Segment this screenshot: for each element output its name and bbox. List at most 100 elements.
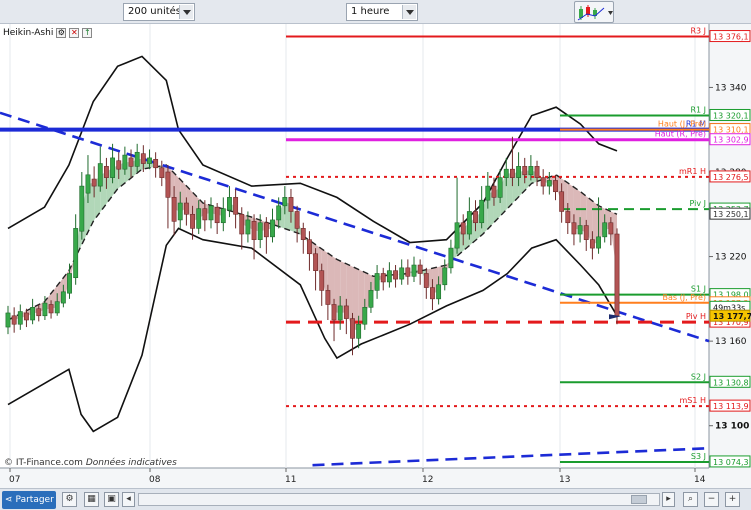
candle-body <box>263 222 269 238</box>
candle-body <box>497 177 503 198</box>
y-tick-label: 13 100 <box>715 422 749 432</box>
price-chart[interactable]: 07081112131413 10013 16013 22013 28013 3… <box>0 24 751 488</box>
candle-body <box>350 318 355 339</box>
candle-body <box>300 228 306 240</box>
level-price-tag: 13 113,9 <box>709 399 751 412</box>
candle-body <box>522 166 528 176</box>
candle-body <box>577 225 583 235</box>
top-toolbar: 200 unités 1 heure <box>0 0 751 24</box>
level-price-tag: 13 302,9 <box>709 133 751 146</box>
candle-body <box>122 154 128 170</box>
candle-body <box>36 308 42 317</box>
candle-body <box>583 225 589 240</box>
candle-body <box>97 163 103 187</box>
candle-body <box>239 213 245 235</box>
chart-type-button[interactable] <box>574 1 614 23</box>
level-price-tag: 13 310,1 <box>709 123 751 136</box>
candle-body <box>5 312 11 328</box>
scroll-left-icon[interactable]: ◂ <box>122 492 135 507</box>
candle-body <box>362 307 368 325</box>
units-select[interactable]: 200 unités <box>123 3 195 21</box>
scroll-right-icon[interactable]: ▸ <box>662 492 675 507</box>
candle-body <box>509 168 515 178</box>
level-price-tag: 13 276,5 <box>709 170 751 183</box>
candle-body <box>411 264 417 277</box>
candle-body <box>331 304 337 321</box>
plot-background <box>0 24 709 468</box>
up-arrow-icon[interactable]: ↑ <box>82 27 93 38</box>
units-select-value: 200 unités <box>128 6 182 17</box>
candle-body <box>565 211 571 224</box>
candle-body <box>553 180 558 193</box>
indicator-header: Heikin-Ashi ⚙ ✕ ↑ <box>3 26 93 39</box>
level-name-label: Bas (J, Pré) <box>662 292 706 302</box>
save-icon[interactable]: ▣ <box>104 492 119 507</box>
candle-body <box>282 197 288 207</box>
chevron-down-icon <box>402 5 416 19</box>
candle-body <box>473 211 478 224</box>
level-name-label: Haut (R, Pré) <box>655 129 706 139</box>
level-name-label: Piv H <box>686 312 706 321</box>
candle-body <box>466 211 472 235</box>
scroll-thumb[interactable] <box>631 495 647 504</box>
time-scrollbar[interactable] <box>138 493 660 506</box>
watermark: © IT-Finance.com Données indicatives <box>4 458 177 468</box>
candle-body <box>60 291 66 304</box>
settings-icon[interactable]: ⚙ <box>56 27 67 38</box>
candle-body <box>208 205 214 221</box>
candle-body <box>54 301 60 314</box>
candle-body <box>73 228 79 279</box>
candle-body <box>183 202 189 215</box>
candle-body <box>79 185 85 232</box>
level-name-label: mS1 H <box>679 396 706 405</box>
candle-body <box>140 153 146 164</box>
candle-body <box>171 197 177 222</box>
candle-body <box>528 166 534 176</box>
share-icon: ⋖ <box>5 495 13 505</box>
candle-body <box>294 211 300 229</box>
candle-body <box>417 264 423 274</box>
candle-body <box>190 213 195 229</box>
level-name-label: R1 J <box>690 105 706 114</box>
y-tick-label: 13 220 <box>715 253 747 263</box>
watermark-brand: © IT-Finance.com <box>4 458 83 468</box>
candlestick-icon <box>577 5 613 21</box>
zoom-out-icon[interactable]: − <box>704 492 719 507</box>
candle-body <box>30 307 36 321</box>
candle-body <box>147 157 152 164</box>
y-tick-label: 13 340 <box>715 83 747 93</box>
zoom-fit-icon[interactable]: ⌕ <box>683 492 698 507</box>
candle-body <box>454 222 460 249</box>
level-price-tag-text: 13 376,1 <box>713 33 749 42</box>
candle-body <box>128 157 134 167</box>
candle-body <box>614 233 620 317</box>
level-name-label: mR1 H <box>679 167 706 176</box>
chevron-down-icon <box>179 5 193 19</box>
level-price-tag-text: 13 302,9 <box>713 136 749 145</box>
candle-body <box>356 323 362 339</box>
candle-body <box>430 287 435 300</box>
period-select[interactable]: 1 heure <box>346 3 418 21</box>
level-price-tag-text: 13 130,8 <box>713 378 749 387</box>
level-name-label: S2 J <box>691 372 706 381</box>
current-price-tag: 13 177,7 <box>709 309 751 322</box>
settings-icon[interactable]: ⚙ <box>62 492 77 507</box>
x-tick-label: 14 <box>694 475 706 485</box>
candle-body <box>159 167 165 178</box>
share-label: Partager <box>15 495 54 505</box>
candle-body <box>153 159 159 169</box>
level-price-tag-text: 13 320,1 <box>713 111 749 120</box>
candle-body <box>589 239 595 249</box>
candle-body <box>11 315 17 325</box>
candle-body <box>202 208 208 221</box>
candle-body <box>214 206 220 224</box>
close-icon[interactable]: ✕ <box>69 27 80 38</box>
candle-body <box>103 166 109 178</box>
share-button[interactable]: ⋖ Partager <box>2 491 56 509</box>
zoom-in-icon[interactable]: + <box>725 492 740 507</box>
candle-body <box>227 197 232 211</box>
level-price-tag: 13 130,8 <box>709 375 751 388</box>
calculator-icon[interactable]: ▦ <box>84 492 99 507</box>
chart-area[interactable]: 07081112131413 10013 16013 22013 28013 3… <box>0 24 751 488</box>
candle-body <box>546 180 552 187</box>
